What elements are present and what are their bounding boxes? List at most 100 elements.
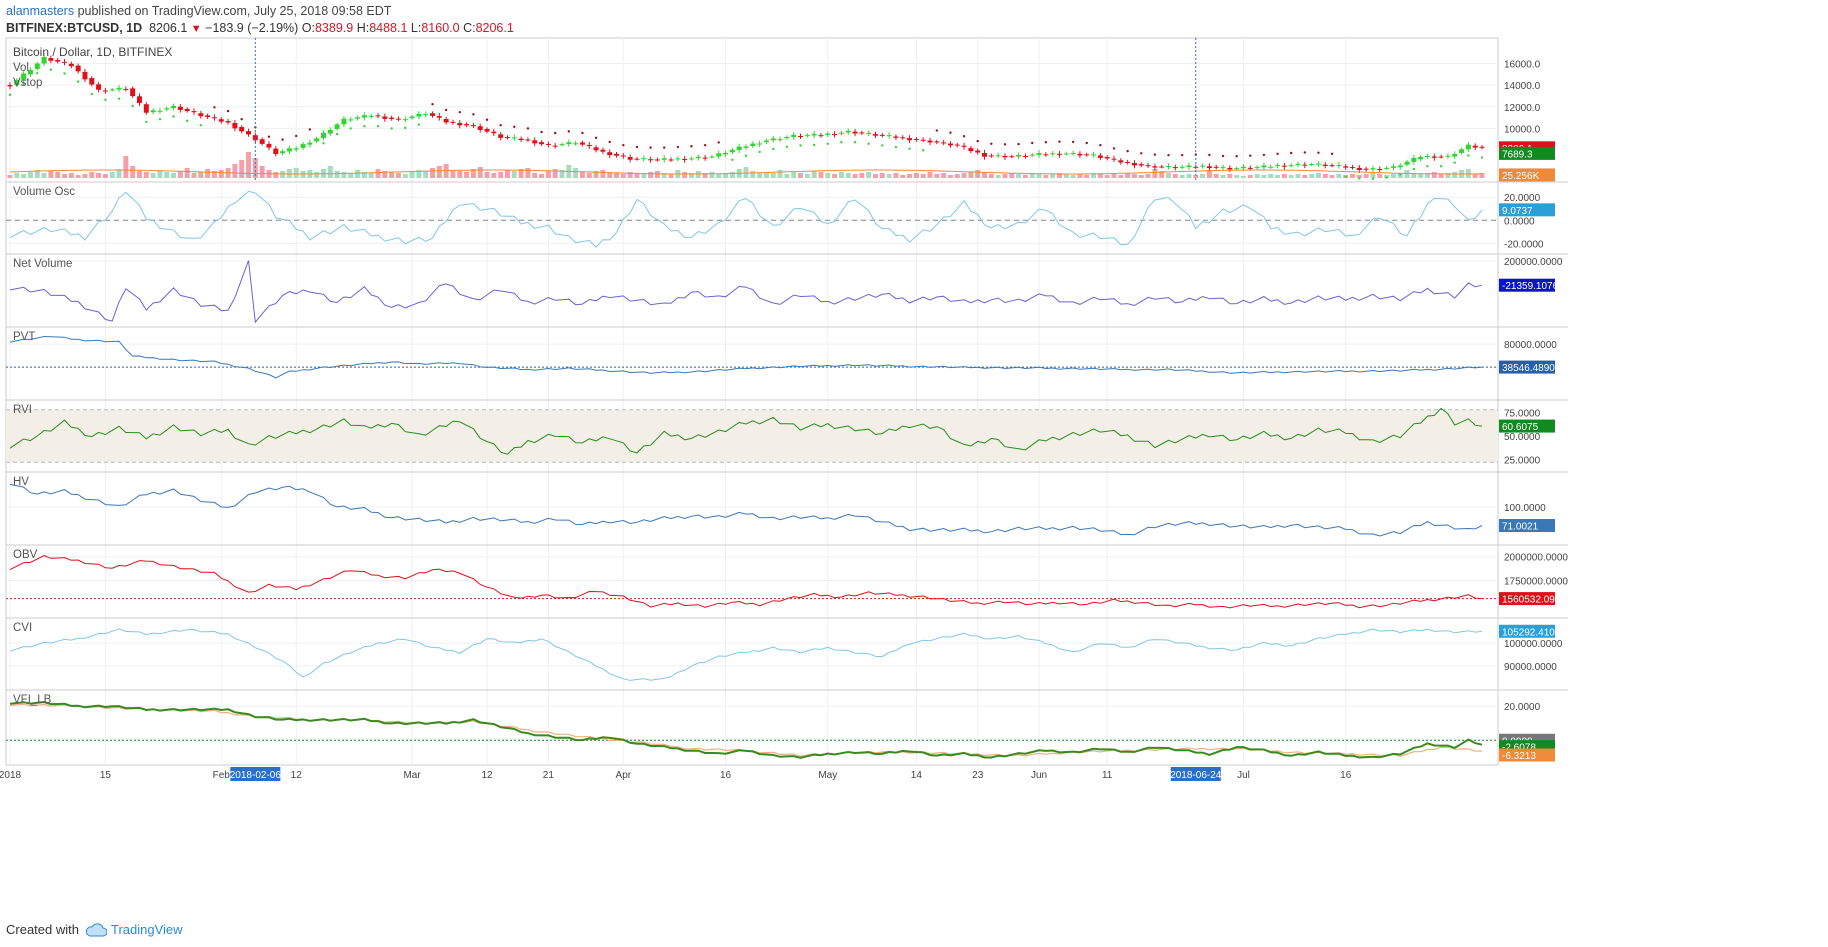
candle-down [450,121,456,123]
volume-bar [947,175,953,178]
volume-bar [102,174,108,178]
vstop-dot [472,113,475,116]
volume-bar [784,174,790,178]
candle-down [872,134,878,136]
volume-bar [205,169,211,178]
candle-down [927,140,933,143]
candle-up [1411,157,1417,162]
vstop-dot [431,103,434,106]
vstop-dot [1453,161,1456,164]
candle-down [600,149,606,152]
volume-bar [511,171,517,178]
volume-bar [532,173,538,178]
volume-bar [368,173,374,178]
candle-down [1302,164,1308,166]
candle-up [688,158,694,160]
candle-up [280,151,286,154]
candle-up [1404,161,1410,165]
candle-down [382,116,388,119]
candle-down [205,115,211,118]
y-tick-label: 25.0000 [1504,455,1541,466]
vstop-dot [1276,152,1279,156]
candle-down [477,126,483,130]
vstop-dot [1085,141,1088,145]
candle-down [1438,156,1444,158]
volume-bar [1186,174,1192,178]
vstop-dot [444,108,448,112]
vstop-dot [158,117,162,121]
candle-up [1384,167,1390,169]
candle-up [695,156,701,159]
candle-down [1043,154,1049,156]
volume-bar [750,171,756,178]
candle-down [1097,155,1103,158]
tradingview-brand-link[interactable]: TradingView [111,922,183,937]
candle-down [1009,156,1015,158]
volume-bar [641,174,647,178]
volume-bar [934,174,940,178]
candle-down [1350,167,1356,169]
vstop-dot [1330,152,1334,156]
candle-down [1227,167,1233,170]
vstop-dot [881,144,884,147]
volume-bar [1131,174,1137,178]
vstop-dot [1153,153,1157,156]
volume-bar [327,166,333,178]
volume-bar [968,172,974,178]
candle-down [136,96,142,103]
vstop-dot [894,145,898,149]
vstop-dot [703,143,707,147]
candle-up [157,110,163,112]
volume-bar [68,173,74,178]
candle-up [1261,165,1267,168]
volume-bar [579,172,585,178]
candle-up [1200,165,1206,167]
candle-down [539,142,545,145]
vstop-dot [921,149,925,152]
candle-down [443,119,449,123]
volume-bar [552,169,558,178]
candle-up [1295,163,1301,165]
volume-bar [620,174,626,178]
volume-bar [975,170,981,178]
pvt-badge: 38546.4890 [1502,363,1555,374]
volume-bar [1077,174,1083,178]
candle-up [1309,164,1315,166]
volume-bar [1138,175,1144,178]
candle-down [464,124,470,126]
candle-down [593,147,599,151]
vstop-dot [1249,154,1252,157]
vstop-dot [758,150,761,154]
candle-down [457,122,463,126]
chart-title: Bitcoin / Dollar, 1D, BITFINEX [13,45,172,59]
candle-down [1077,153,1083,156]
candle-up [723,152,729,155]
candle-up [1336,164,1342,166]
volume-bar [900,175,906,178]
candle-up [845,130,851,133]
volume-bar [907,174,913,178]
volume-bar [845,173,851,178]
vstop-dot [213,106,216,109]
vstop-dot [1426,165,1429,168]
volume-bar [893,173,899,178]
vstop-dot [908,147,911,150]
multi-pane-chart[interactable]: 16000.0 14000.0 12000.0 10000.0 Bitcoin / Do… [0,0,1828,947]
candle-up [825,133,831,135]
volume-bar [648,172,654,178]
volume-bar [1240,176,1246,178]
volume-bar [130,166,136,178]
vstop-dot [812,143,816,147]
volume-bar [136,171,142,178]
vstop-dot [1180,153,1184,157]
candle-up [293,148,299,150]
volume-bar [770,173,776,178]
volume-bar [143,172,149,178]
volume-bar [879,173,885,178]
candle-up [314,138,320,142]
candle-down [1329,165,1335,167]
candle-up [320,132,326,139]
candle-up [661,158,667,160]
candle-down [525,139,531,141]
volume-bar [457,171,463,178]
